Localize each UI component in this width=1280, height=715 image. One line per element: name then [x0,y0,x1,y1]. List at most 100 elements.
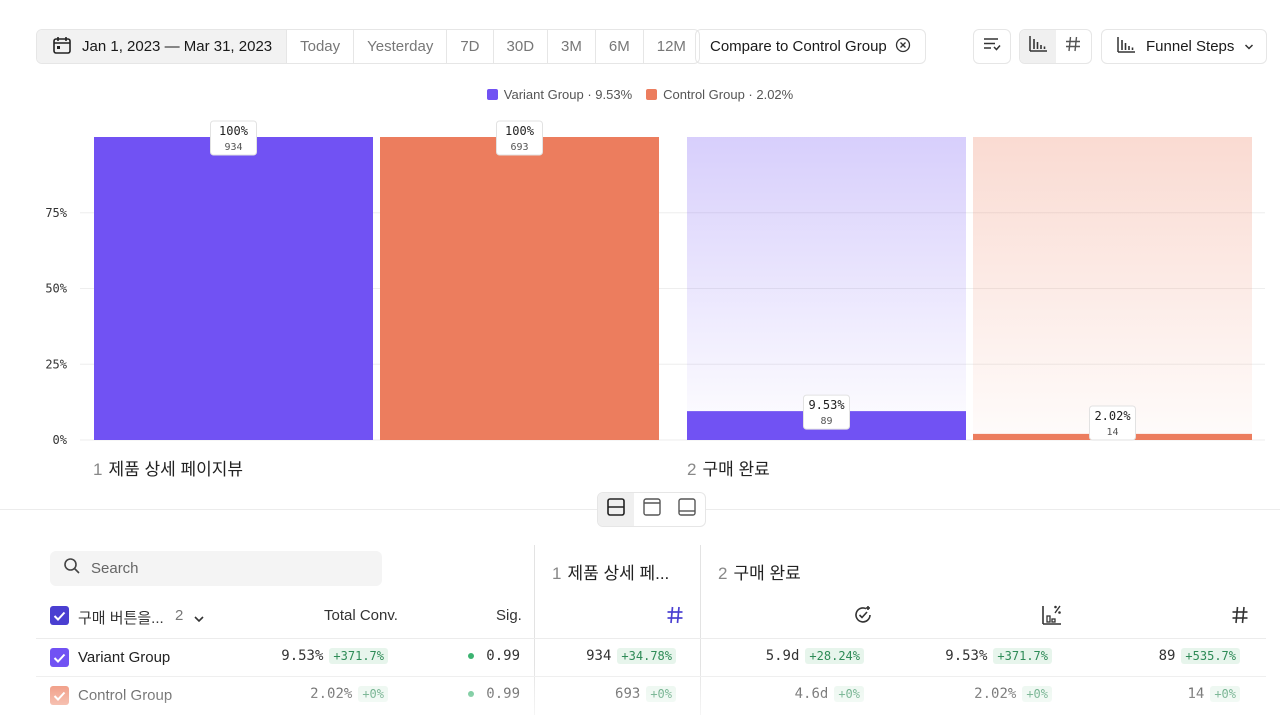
control-row-name: Control Group [78,687,173,704]
step1-column-header[interactable]: 1 제품 상세 페... [552,559,669,584]
select-all-checkbox[interactable] [50,606,69,625]
sig-header[interactable]: Sig. [496,607,522,624]
time-to-convert-icon[interactable] [852,604,874,631]
control-step2-conv-delta: +0% [1022,686,1052,702]
group-chevron-down-icon[interactable] [193,611,205,629]
control-sig-status-dot [468,691,475,697]
legend-label-control: Control Group · 2.02% [663,87,794,102]
control-step2-time-value: 4.6d [794,686,829,702]
variant-step2-conv-delta: +371.7% [993,648,1052,664]
data-count-label: 934 [224,142,242,153]
variant-sig-status-dot [468,653,475,659]
split-view-button[interactable] [598,493,634,526]
chart-type-toggle [1019,29,1092,64]
step1-header-name: 제품 상세 페... [567,564,670,583]
control-step2-count: 14 +0% [1080,686,1240,702]
compare-to-control-button[interactable]: Compare to Control Group [695,29,926,64]
funnel-steps-dropdown[interactable]: Funnel Steps [1101,29,1267,64]
count-column-hash-icon[interactable] [665,605,685,630]
bar [380,137,659,440]
control-step1-count-delta: +0% [646,686,676,702]
preset-7d[interactable]: 7D [447,30,494,63]
variant-step1-count-value: 934 [586,648,612,664]
data-label: 100% [505,124,535,138]
bar-chart-icon [1028,35,1048,58]
control-total-conv-delta: +0% [358,686,388,702]
control-step2-time-delta: +0% [834,686,864,702]
variant-row-name: Variant Group [78,649,171,666]
conversion-rate-icon[interactable] [1041,604,1063,631]
y-tick-label: 50% [45,282,67,296]
legend-item-control[interactable]: Control Group · 2.02% [646,87,793,102]
control-row-checkbox[interactable] [50,686,69,705]
step2-count-hash-icon[interactable] [1230,605,1250,630]
chevron-down-icon [1244,38,1254,55]
control-step2-conv-value: 2.02% [974,686,1017,702]
control-step2-time: 4.6d +0% [710,686,864,702]
control-step2-count-delta: +0% [1210,686,1240,702]
step-label-2-name: 구매 완료 [702,460,770,479]
chart-only-view-button[interactable] [634,493,670,526]
y-tick-label: 75% [45,206,67,220]
preset-3m[interactable]: 3M [548,30,596,63]
control-step1-count: 693 +0% [540,686,676,702]
control-step2-conv: 2.02% +0% [880,686,1052,702]
sort-button[interactable] [973,29,1011,64]
variant-step2-time-value: 5.9d [765,648,800,664]
preset-yesterday[interactable]: Yesterday [354,30,448,63]
data-count-label: 89 [820,416,832,427]
control-total-conv: 2.02% +0% [230,686,388,702]
variant-step2-conv-value: 9.53% [945,648,988,664]
column-divider-2 [700,545,701,715]
group-by-label[interactable]: 구매 버튼을... [78,607,164,628]
variant-row-checkbox[interactable] [50,648,69,667]
variant-step2-count-value: 89 [1158,648,1176,664]
metric-view-button[interactable] [1056,30,1092,63]
date-range-label: Jan 1, 2023 — Mar 31, 2023 [82,38,273,55]
data-label: 2.02% [1094,409,1131,423]
funnel-bar-chart: 0% 25% 50% 75% 100% 934 100% 693 9.53% 89 2.02% 14 [45,120,1265,447]
variant-sig-value: 0.99 [486,648,520,664]
variant-step2-count-delta: +535.7% [1181,648,1240,664]
row-divider [36,676,1266,677]
group-count: 2 [175,607,184,624]
preset-30d[interactable]: 30D [494,30,549,63]
legend-label-variant: Variant Group · 9.53% [503,87,633,102]
compare-label: Compare to Control Group [710,38,887,55]
table-only-view-button[interactable] [669,493,705,526]
step-label-1-num: 1 [93,460,103,479]
date-range-picker: Jan 1, 2023 — Mar 31, 2023 Today Yesterd… [36,29,700,64]
search-input[interactable] [91,560,351,577]
variant-total-conv-delta: +371.7% [329,648,388,664]
data-count-label: 14 [1106,427,1118,438]
chart-legend: Variant Group · 9.53% Control Group · 2.… [0,87,1280,102]
bar-chart-view-button[interactable] [1020,30,1056,63]
y-tick-label: 0% [53,433,68,447]
toolbar: Jan 1, 2023 — Mar 31, 2023 Today Yesterd… [36,29,926,64]
table-search [50,551,382,586]
sort-icon [983,36,1001,57]
clear-compare-icon[interactable] [895,37,911,57]
preset-12m[interactable]: 12M [644,30,699,63]
step2-column-header[interactable]: 2 구매 완료 [718,559,801,584]
step-label-1: 1 제품 상세 페이지뷰 [93,455,243,480]
legend-swatch-control [646,89,658,100]
variant-step2-conv: 9.53% +371.7% [880,648,1052,664]
legend-item-variant[interactable]: Variant Group · 9.53% [486,87,633,102]
data-label: 100% [219,124,249,138]
preset-today[interactable]: Today [287,30,355,63]
date-range-button[interactable]: Jan 1, 2023 — Mar 31, 2023 [37,30,288,63]
preset-6m[interactable]: 6M [596,30,644,63]
variant-step1-count: 934 +34.78% [540,648,676,664]
calendar-icon [52,35,72,59]
total-conv-header[interactable]: Total Conv. [324,607,398,624]
step-label-2: 2 구매 완료 [687,455,770,480]
variant-total-conv-value: 9.53% [281,648,324,664]
step2-header-name: 구매 완료 [733,564,801,583]
step-label-1-name: 제품 상세 페이지뷰 [108,460,244,479]
bar [94,137,373,440]
variant-step2-count: 89 +535.7% [1080,648,1240,664]
layout-switch [597,492,706,527]
variant-sig: 0.99 [440,648,520,664]
step2-header-num: 2 [718,564,728,583]
